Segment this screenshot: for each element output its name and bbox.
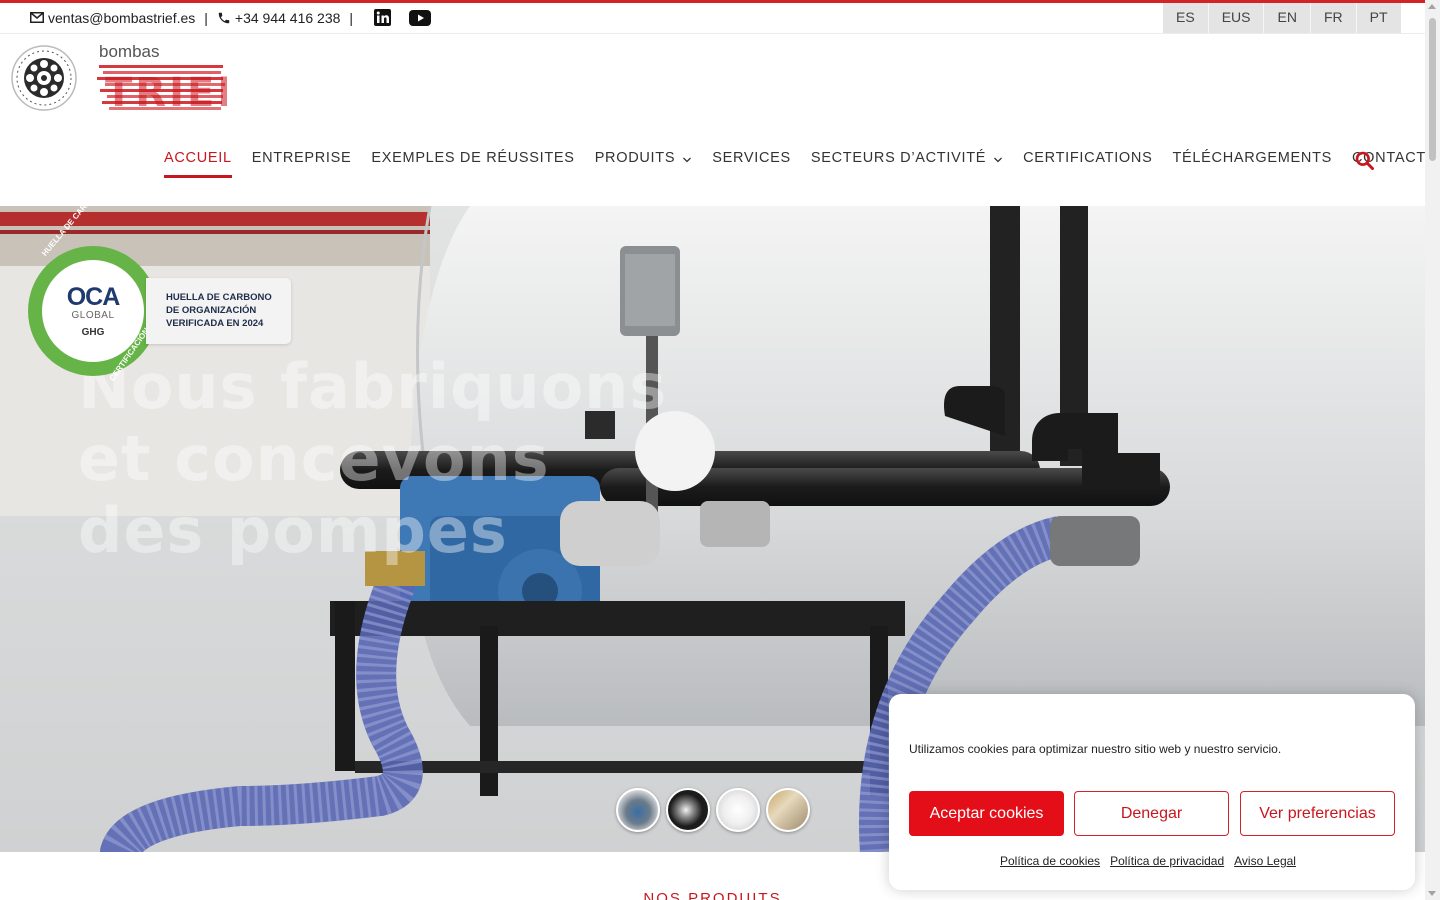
contact-info: ventas@bombastrief.es | +34 944 416 238 … — [30, 9, 432, 26]
nav-label: PRODUITS — [594, 150, 676, 166]
nav-label: SECTEURS D’ACTIVITÉ — [810, 150, 987, 166]
youtube-icon[interactable] — [409, 9, 432, 26]
cookie-links: Política de cookies Política de privacid… — [1000, 854, 1306, 868]
chevron-down-icon — [993, 153, 1003, 169]
phone-icon — [217, 11, 231, 25]
products-heading: NOS PRODUITS — [643, 890, 782, 900]
lang-es[interactable]: ES — [1163, 3, 1208, 33]
main-nav: ACCUEIL ENTREPRISE EXEMPLES DE RÉUSSITES… — [164, 150, 1440, 178]
social-links — [364, 9, 432, 26]
lang-fr[interactable]: FR — [1309, 3, 1356, 33]
nav-accueil[interactable]: ACCUEIL — [164, 150, 232, 178]
nav-label: TÉLÉCHARGEMENTS — [1172, 150, 1333, 166]
deny-cookies-button[interactable]: Denegar — [1074, 791, 1229, 836]
nav-produits[interactable]: PRODUITS — [595, 150, 693, 178]
badge-caption: HUELLA DE CARBONO DE ORGANIZACIÓN VERIFI… — [146, 278, 291, 344]
seal-oca: OCA — [66, 283, 121, 311]
badge-line-1: HUELLA DE CARBONO — [166, 292, 272, 303]
chevron-down-icon — [682, 153, 692, 169]
scroll-down-arrow-icon[interactable] — [1428, 891, 1436, 896]
nav-label: SERVICES — [712, 150, 791, 166]
certification-seal: HUELLA DE CARBONO CERTIFICACIÓN OCA GLOB… — [28, 206, 158, 383]
seal-global: GLOBAL — [71, 310, 115, 321]
scrollbar-thumb[interactable] — [1429, 18, 1436, 161]
cookie-message: Utilizamos cookies para optimizar nuestr… — [909, 742, 1282, 756]
nav-telechargements[interactable]: TÉLÉCHARGEMENTS — [1172, 150, 1332, 178]
nav-exemples[interactable]: EXEMPLES DE RÉUSSITES — [371, 150, 574, 178]
nav-label: CERTIFICATIONS — [1023, 150, 1153, 166]
lang-pt[interactable]: PT — [1355, 3, 1401, 33]
separator: | — [349, 9, 354, 26]
slide-thumb-1[interactable] — [616, 788, 660, 832]
nav-label: ENTREPRISE — [251, 150, 352, 166]
slider-thumbnails — [616, 788, 816, 832]
nav-label: ACCUEIL — [164, 150, 232, 166]
pump-wheel-logo-icon — [11, 45, 77, 111]
badge-line-2: DE ORGANIZACIÓN — [166, 305, 257, 316]
cookie-preferences-button[interactable]: Ver preferencias — [1240, 791, 1395, 836]
page-scrollbar[interactable] — [1425, 0, 1440, 900]
lang-en[interactable]: EN — [1263, 3, 1309, 33]
linkedin-icon[interactable] — [374, 9, 392, 26]
svg-text:TRIEF: TRIEF — [105, 70, 227, 113]
email-link[interactable]: ventas@bombastrief.es — [48, 10, 195, 26]
top-bar: ventas@bombastrief.es | +34 944 416 238 … — [0, 3, 1425, 34]
slide-thumb-4[interactable] — [766, 788, 810, 832]
logo-brand-mark: TRIEF — [97, 63, 245, 118]
badge-line-3: VERIFICADA EN 2024 — [166, 318, 264, 329]
privacy-policy-link[interactable]: Política de privacidad — [1110, 854, 1224, 868]
lang-eus[interactable]: EUS — [1207, 3, 1264, 33]
hero-title: Nous fabriquons et concevons des pompes — [78, 350, 668, 567]
nav-secteurs[interactable]: SECTEURS D’ACTIVITÉ — [811, 150, 1003, 178]
search-icon[interactable] — [1355, 151, 1374, 175]
envelope-icon — [30, 12, 44, 23]
separator: | — [204, 9, 208, 26]
legal-notice-link[interactable]: Aviso Legal — [1234, 854, 1296, 868]
accept-cookies-button[interactable]: Aceptar cookies — [909, 791, 1064, 836]
seal-ghg: GHG — [81, 327, 105, 338]
cookie-policy-link[interactable]: Política de cookies — [1000, 854, 1100, 868]
slide-thumb-2[interactable] — [666, 788, 710, 832]
slide-thumb-3[interactable] — [716, 788, 760, 832]
logo-word: bombas — [99, 42, 160, 61]
language-switcher: ES EUS EN FR PT — [1163, 3, 1401, 33]
nav-services[interactable]: SERVICES — [712, 150, 791, 178]
site-logo[interactable]: bombas TRIEF — [10, 42, 245, 116]
cookie-banner: Utilizamos cookies para optimizar nuestr… — [889, 694, 1415, 890]
nav-entreprise[interactable]: ENTREPRISE — [252, 150, 352, 178]
scroll-up-arrow-icon[interactable] — [1428, 4, 1436, 9]
nav-label: EXEMPLES DE RÉUSSITES — [371, 150, 575, 166]
carbon-footprint-badge: HUELLA DE CARBONO CERTIFICACIÓN OCA GLOB… — [28, 206, 293, 383]
nav-certifications[interactable]: CERTIFICATIONS — [1023, 150, 1152, 178]
phone-link[interactable]: +34 944 416 238 — [235, 10, 341, 26]
